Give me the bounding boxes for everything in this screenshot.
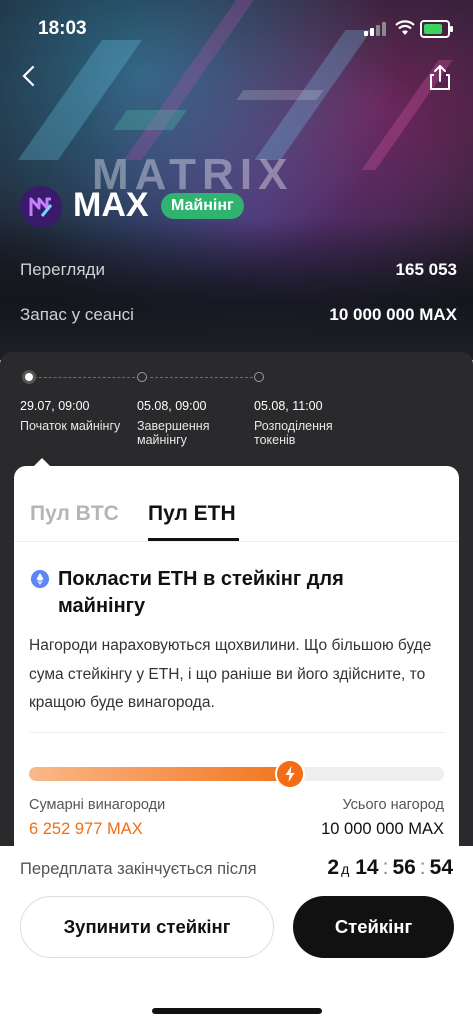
timeline-dot-end <box>137 372 147 382</box>
tab-divider <box>14 541 459 542</box>
countdown-timer: 2 д 14:56:54 <box>327 856 453 879</box>
lightning-icon <box>277 761 304 787</box>
wifi-icon <box>395 20 415 35</box>
stat-views-value: 165 053 <box>395 260 457 279</box>
countdown-days: 2 <box>327 856 340 879</box>
home-indicator <box>152 1008 322 1014</box>
card-description: Нагороди нараховуються щохвилини. Що біл… <box>29 637 432 711</box>
action-footer: Передплата закінчується після 2 д 14:56:54… <box>0 846 473 1024</box>
countdown-hours: 14 <box>355 856 379 879</box>
share-icon[interactable] <box>427 64 453 92</box>
all-rewards-label: Усього нагород <box>342 797 444 813</box>
mining-badge: Майнінг <box>161 193 244 219</box>
countdown-days-unit: д <box>341 861 350 877</box>
timeline-distribution-date: 05.08, 11:00 <box>254 399 323 413</box>
timeline-end-name: Завершення майнінгу <box>137 419 210 447</box>
stat-supply-label: Запас у сеансі <box>20 305 134 324</box>
timeline-step-distribution: 05.08, 11:00 Розподілення токенів <box>254 399 354 447</box>
timeline-step-start: 29.07, 09:00 Початок майнінгу <box>20 399 132 433</box>
rewards-progress-fill <box>29 767 291 781</box>
presale-ends-label: Передплата закінчується після <box>20 860 257 878</box>
battery-icon <box>420 20 453 38</box>
stat-views: Перегляди 165 053 <box>20 260 457 280</box>
back-icon[interactable] <box>18 64 42 88</box>
timeline-step-end: 05.08, 09:00 Завершення майнінгу <box>137 399 237 447</box>
signal-icon <box>364 22 386 36</box>
mining-timeline: 29.07, 09:00 Початок майнінгу 05.08, 09:… <box>20 370 460 460</box>
staking-card: Пул BTC Пул ETH Покласти ETH в стейкінг … <box>14 466 459 866</box>
countdown-seconds: 54 <box>429 856 453 879</box>
countdown-minutes: 56 <box>392 856 416 879</box>
tab-eth-pool[interactable]: Пул ETH <box>148 502 236 526</box>
card-title: Покласти ETH в стейкінг для майнінгу <box>58 568 344 617</box>
timeline-end-date: 05.08, 09:00 <box>137 399 207 413</box>
tab-btc-pool[interactable]: Пул BTC <box>30 502 119 526</box>
timeline-dot-distribution <box>254 372 264 382</box>
eth-icon <box>31 570 49 588</box>
stat-supply: Запас у сеансі 10 000 000 MAX <box>20 305 457 325</box>
status-time: 18:03 <box>38 18 87 39</box>
stake-button[interactable]: Стейкінг <box>293 896 454 958</box>
timeline-start-name: Початок майнінгу <box>20 419 121 433</box>
status-bar: 18:03 <box>0 0 473 58</box>
stat-views-label: Перегляди <box>20 260 105 279</box>
card-divider <box>29 732 444 733</box>
stat-supply-value: 10 000 000 MAX <box>329 305 457 324</box>
timeline-dot-start <box>22 370 36 384</box>
max-token-logo <box>20 186 62 228</box>
token-name: MAX <box>73 186 149 224</box>
total-rewards-label: Сумарні винагороди <box>29 797 166 813</box>
timeline-start-date: 29.07, 09:00 <box>20 399 90 413</box>
total-rewards-value: 6 252 977 MAX <box>29 820 143 838</box>
stop-staking-button[interactable]: Зупинити стейкінг <box>20 896 274 958</box>
rewards-progress-bar <box>29 761 444 787</box>
timeline-distribution-name: Розподілення токенів <box>254 419 333 447</box>
all-rewards-value: 10 000 000 MAX <box>321 820 444 838</box>
